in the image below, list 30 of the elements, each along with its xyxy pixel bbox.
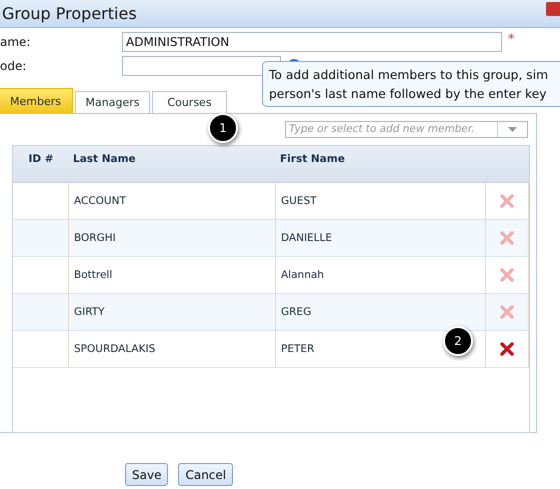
- field-label: ame:: [0, 35, 32, 49]
- tab[interactable]: Managers: [75, 91, 150, 113]
- required-mark: *: [508, 32, 514, 47]
- column-header[interactable]: ID #: [13, 146, 69, 182]
- table-cell: DANIELLE: [276, 220, 486, 256]
- tab[interactable]: Members: [0, 88, 73, 113]
- dropdown-icon[interactable]: [508, 127, 517, 132]
- tooltip: To add additional members to this group, sim person's last name followed by the enter key: [262, 61, 560, 107]
- table-cell: BORGHI: [69, 220, 276, 256]
- table-row[interactable]: ACCOUNT GUEST: [13, 183, 529, 220]
- cancel-button[interactable]: Cancel: [178, 463, 234, 486]
- table-cell: GUEST: [276, 183, 486, 219]
- field-label: ode:: [0, 59, 28, 73]
- column-header[interactable]: Last Name: [69, 146, 276, 182]
- table-row[interactable]: Bottrell Alannah: [13, 257, 529, 294]
- save-button[interactable]: Save: [125, 463, 168, 486]
- close-icon[interactable]: [546, 2, 560, 16]
- table-cell: GIRTY: [69, 294, 276, 330]
- window-title: Group Properties: [1, 4, 137, 23]
- table-row[interactable]: BORGHI DANIELLE: [13, 220, 529, 257]
- table-cell: SPOURDALAKIS: [69, 331, 276, 367]
- table-cell: Alannah: [276, 257, 486, 293]
- delete-icon[interactable]: [500, 342, 514, 356]
- callout-badge: 1: [208, 113, 238, 143]
- table-cell: ACCOUNT: [69, 183, 276, 219]
- column-header[interactable]: First Name: [276, 146, 486, 182]
- table-row[interactable]: GIRTY GREG: [13, 294, 529, 331]
- name-field[interactable]: ADMINISTRATION: [122, 32, 502, 52]
- tab[interactable]: Courses: [152, 91, 227, 113]
- table-cell: Bottrell: [69, 257, 276, 293]
